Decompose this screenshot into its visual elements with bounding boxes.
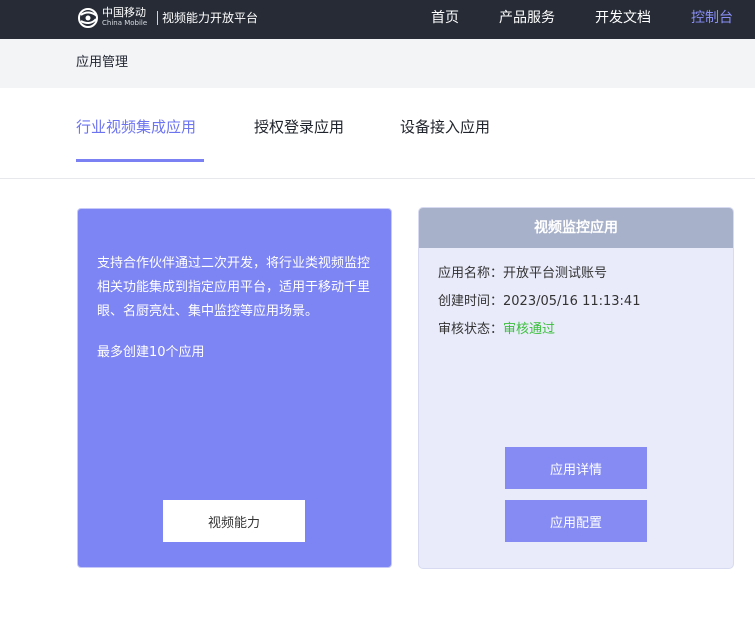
nav-docs[interactable]: 开发文档 — [595, 9, 651, 27]
video-capability-button[interactable]: 视频能力 — [163, 500, 305, 542]
tabs-divider — [0, 178, 755, 179]
brand-en: China Mobile — [102, 19, 148, 27]
nav-console[interactable]: 控制台 — [691, 9, 733, 27]
app-name-value: 开放平台测试账号 — [503, 266, 608, 281]
platform-name: 视频能力开放平台 — [162, 11, 259, 25]
app-config-button[interactable]: 应用配置 — [505, 500, 647, 542]
review-status-badge: 审核通过 — [503, 322, 556, 337]
nav-home[interactable]: 首页 — [431, 9, 459, 27]
intro-description: 支持合作伙伴通过二次开发，将行业类视频监控相关功能集成到指定应用平台，适用于移动… — [97, 256, 371, 319]
brand-name: 中国移动 China Mobile — [102, 7, 147, 28]
review-status-row: 审核状态：审核通过 — [438, 321, 555, 339]
tab-auth-login-apps[interactable]: 授权登录应用 — [254, 117, 344, 137]
brand-divider — [157, 11, 158, 25]
app-card-title: 视频监控应用 — [534, 220, 618, 236]
tab-industry-video-apps[interactable]: 行业视频集成应用 — [76, 117, 196, 137]
nav-products[interactable]: 产品服务 — [499, 9, 555, 27]
created-time-row: 创建时间：2023/05/16 11:13:41 — [438, 293, 640, 311]
app-detail-button[interactable]: 应用详情 — [505, 447, 647, 489]
app-name-label: 应用名称： — [438, 266, 504, 281]
tab-device-access-apps[interactable]: 设备接入应用 — [400, 117, 490, 137]
created-time-value: 2023/05/16 11:13:41 — [503, 294, 641, 309]
china-mobile-logo-icon[interactable] — [76, 6, 102, 30]
review-status-label: 审核状态： — [438, 322, 504, 337]
brand-cn: 中国移动 — [102, 6, 146, 19]
created-time-label: 创建时间： — [438, 294, 504, 309]
app-name-row: 应用名称：开放平台测试账号 — [438, 265, 607, 283]
breadcrumb: 应用管理 — [76, 55, 129, 70]
intro-limit: 最多创建10个应用 — [97, 345, 205, 360]
active-tab-indicator — [76, 159, 204, 162]
